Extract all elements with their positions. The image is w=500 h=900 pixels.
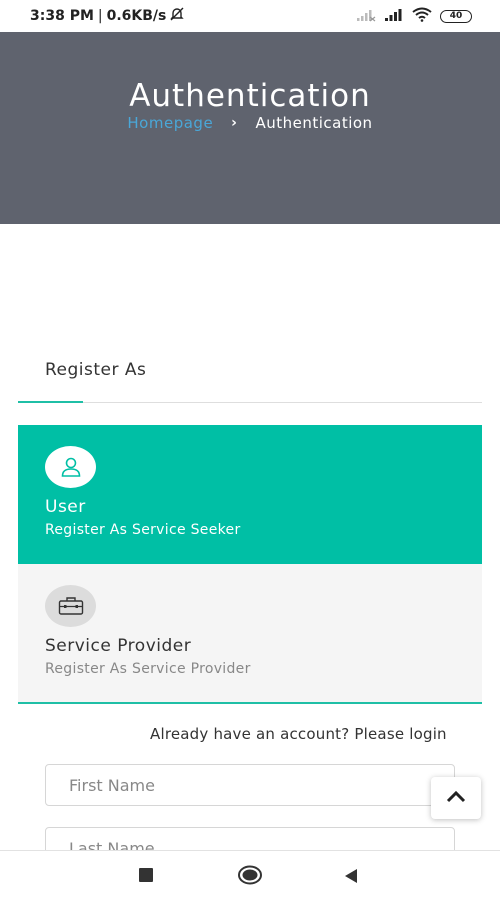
option-subtitle: Register As Service Seeker: [45, 522, 241, 538]
page-title: Authentication: [129, 78, 371, 114]
network-speed: 0.6KB/s: [106, 8, 167, 24]
option-title: User: [45, 497, 86, 517]
person-icon: [45, 446, 96, 488]
breadcrumb-home-link[interactable]: Homepage: [127, 114, 213, 132]
status-time: 3:38 PM: [30, 8, 94, 24]
tab-register-as[interactable]: Register As: [45, 360, 146, 380]
signal-weak-icon: [356, 7, 376, 26]
recent-apps-button[interactable]: [138, 867, 154, 883]
login-link[interactable]: Already have an account? Please login: [150, 725, 447, 743]
tab-active-indicator: [18, 401, 83, 403]
register-option-user[interactable]: User Register As Service Seeker: [18, 425, 482, 565]
square-icon: [139, 868, 153, 882]
breadcrumb-current: Authentication: [255, 114, 373, 132]
status-separator: |: [97, 8, 103, 24]
status-left: 3:38 PM | 0.6KB/s: [30, 7, 185, 25]
option-subtitle: Register As Service Provider: [45, 661, 251, 677]
battery-icon: 40: [440, 9, 472, 23]
register-option-service-provider[interactable]: Service Provider Register As Service Pro…: [18, 564, 482, 704]
screen: 3:38 PM | 0.6KB/s 40 Authentication Home…: [0, 0, 500, 900]
page-header: Authentication Homepage › Authentication: [0, 32, 500, 224]
first-name-input[interactable]: [45, 764, 455, 806]
breadcrumb-separator: ›: [231, 115, 238, 131]
chevron-up-icon: [446, 789, 466, 808]
home-button[interactable]: [237, 865, 263, 885]
back-button[interactable]: [343, 867, 359, 885]
back-triangle-icon: [345, 869, 357, 883]
status-right: 40: [356, 7, 472, 26]
tab-divider: [18, 402, 482, 403]
breadcrumb: Homepage › Authentication: [0, 114, 500, 132]
wifi-icon: [412, 7, 432, 26]
briefcase-icon: [45, 585, 96, 627]
navigation-bar: [0, 850, 500, 900]
muted-bell-icon: [169, 7, 185, 25]
circle-icon: [238, 865, 262, 885]
signal-icon: [384, 7, 404, 26]
status-bar: 3:38 PM | 0.6KB/s 40: [0, 0, 500, 32]
option-title: Service Provider: [45, 636, 192, 656]
scroll-to-top-button[interactable]: [431, 777, 481, 819]
